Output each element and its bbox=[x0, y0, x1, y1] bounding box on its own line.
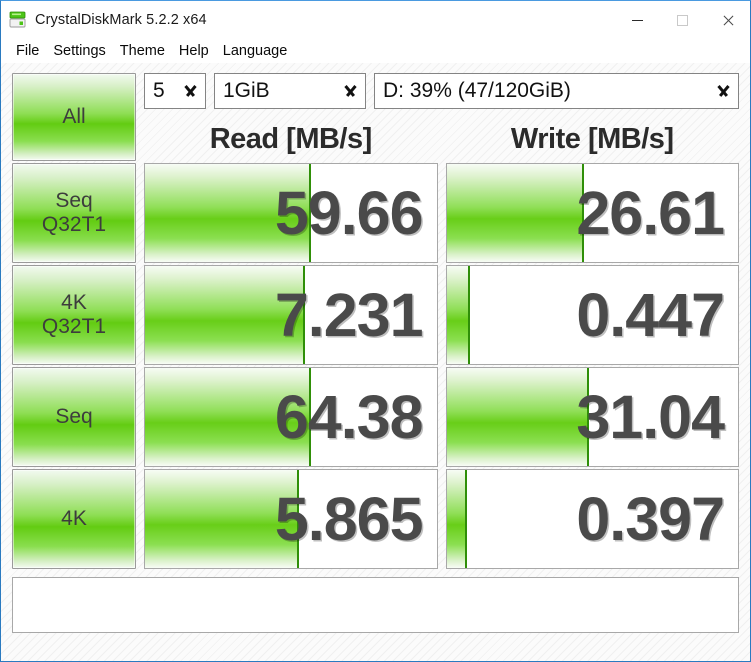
read-column-header: Read [MB/s] bbox=[209, 122, 373, 155]
menu-item-language[interactable]: Language bbox=[216, 41, 295, 61]
seq-q32t1-read-cell: 59.66 bbox=[144, 163, 438, 263]
4k-read-value: 5.865 bbox=[274, 484, 424, 553]
seq-q32t1-write-cell: 26.61 bbox=[445, 163, 739, 263]
chevron-down-icon bbox=[342, 86, 359, 97]
row-label-line2: Q32T1 bbox=[41, 315, 107, 338]
run-count-value: 5 bbox=[153, 79, 165, 102]
seq-read-cell: 64.38 bbox=[144, 367, 438, 467]
run-all-label: All bbox=[62, 105, 86, 129]
run-seq-button[interactable]: Seq bbox=[12, 367, 136, 467]
4k-read-cell: 5.865 bbox=[144, 469, 438, 569]
result-row: 4K 5.865 0.397 bbox=[12, 469, 739, 569]
maximize-button[interactable] bbox=[660, 1, 705, 39]
window-title: CrystalDiskMark 5.2.2 x64 bbox=[35, 12, 207, 28]
result-row: Seq 64.38 31.04 bbox=[12, 367, 739, 467]
4k-write-cell: 0.397 bbox=[445, 469, 739, 569]
run-4k-button[interactable]: 4K bbox=[12, 469, 136, 569]
write-column-header: Write [MB/s] bbox=[510, 122, 674, 155]
test-controls: 5 1GiB D: 39% (47/120GiB) bbox=[144, 73, 739, 117]
disk-drive-icon bbox=[9, 11, 27, 29]
maximize-icon bbox=[677, 14, 688, 26]
test-size-value: 1GiB bbox=[223, 79, 270, 102]
menu-item-file[interactable]: File bbox=[9, 41, 46, 61]
window-controls bbox=[615, 1, 750, 39]
4k-write-value: 0.397 bbox=[576, 484, 725, 553]
target-drive-select[interactable]: D: 39% (47/120GiB) bbox=[374, 73, 739, 109]
run-4k-q32t1-button[interactable]: 4K Q32T1 bbox=[12, 265, 136, 365]
seq-read-value: 64.38 bbox=[274, 382, 424, 451]
app-window: CrystalDiskMark 5.2.2 x64 File Settings … bbox=[0, 0, 751, 662]
row-label-line1: 4K bbox=[61, 507, 87, 531]
menu-item-theme[interactable]: Theme bbox=[113, 41, 172, 61]
run-seq-q32t1-button[interactable]: Seq Q32T1 bbox=[12, 163, 136, 263]
chevron-down-icon bbox=[182, 86, 199, 97]
column-headers: Read [MB/s] Write [MB/s] bbox=[144, 117, 739, 161]
comment-input[interactable] bbox=[12, 577, 739, 633]
close-button[interactable] bbox=[705, 1, 750, 39]
menu-bar: File Settings Theme Help Language bbox=[1, 39, 750, 63]
title-bar: CrystalDiskMark 5.2.2 x64 bbox=[1, 1, 750, 39]
main-content: All 5 1GiB D: 39% (47/120GiB) Read [MB/s… bbox=[1, 63, 750, 661]
result-row: Seq Q32T1 59.66 26.61 bbox=[12, 163, 739, 263]
4k-q32t1-write-cell: 0.447 bbox=[445, 265, 739, 365]
4k-q32t1-read-cell: 7.231 bbox=[144, 265, 438, 365]
progress-fill bbox=[446, 266, 470, 364]
run-count-select[interactable]: 5 bbox=[144, 73, 206, 109]
row-label-line1: Seq bbox=[55, 405, 93, 429]
minimize-button[interactable] bbox=[615, 1, 660, 39]
row-label-line1: 4K bbox=[61, 291, 87, 315]
4k-q32t1-write-value: 0.447 bbox=[576, 280, 725, 349]
run-all-button[interactable]: All bbox=[12, 73, 136, 161]
menu-item-help[interactable]: Help bbox=[172, 41, 216, 61]
4k-q32t1-read-value: 7.231 bbox=[274, 280, 424, 349]
row-label-line2: Q32T1 bbox=[41, 213, 107, 236]
close-icon bbox=[721, 14, 734, 27]
menu-item-settings[interactable]: Settings bbox=[46, 41, 112, 61]
progress-fill bbox=[446, 470, 467, 568]
result-row: 4K Q32T1 7.231 0.447 bbox=[12, 265, 739, 365]
seq-write-cell: 31.04 bbox=[445, 367, 739, 467]
progress-fill bbox=[446, 368, 590, 466]
progress-fill bbox=[446, 164, 584, 262]
seq-q32t1-read-value: 59.66 bbox=[274, 178, 424, 247]
minimize-icon bbox=[632, 19, 643, 21]
test-size-select[interactable]: 1GiB bbox=[214, 73, 366, 109]
target-drive-value: D: 39% (47/120GiB) bbox=[383, 79, 571, 102]
comment-area bbox=[12, 571, 739, 638]
results-grid: Seq Q32T1 59.66 26.61 4K Q32T1 7.231 0.4… bbox=[12, 163, 739, 569]
seq-q32t1-write-value: 26.61 bbox=[576, 178, 725, 247]
row-label-line1: Seq bbox=[55, 189, 93, 213]
seq-write-value: 31.04 bbox=[576, 382, 725, 451]
chevron-down-icon bbox=[715, 86, 732, 97]
